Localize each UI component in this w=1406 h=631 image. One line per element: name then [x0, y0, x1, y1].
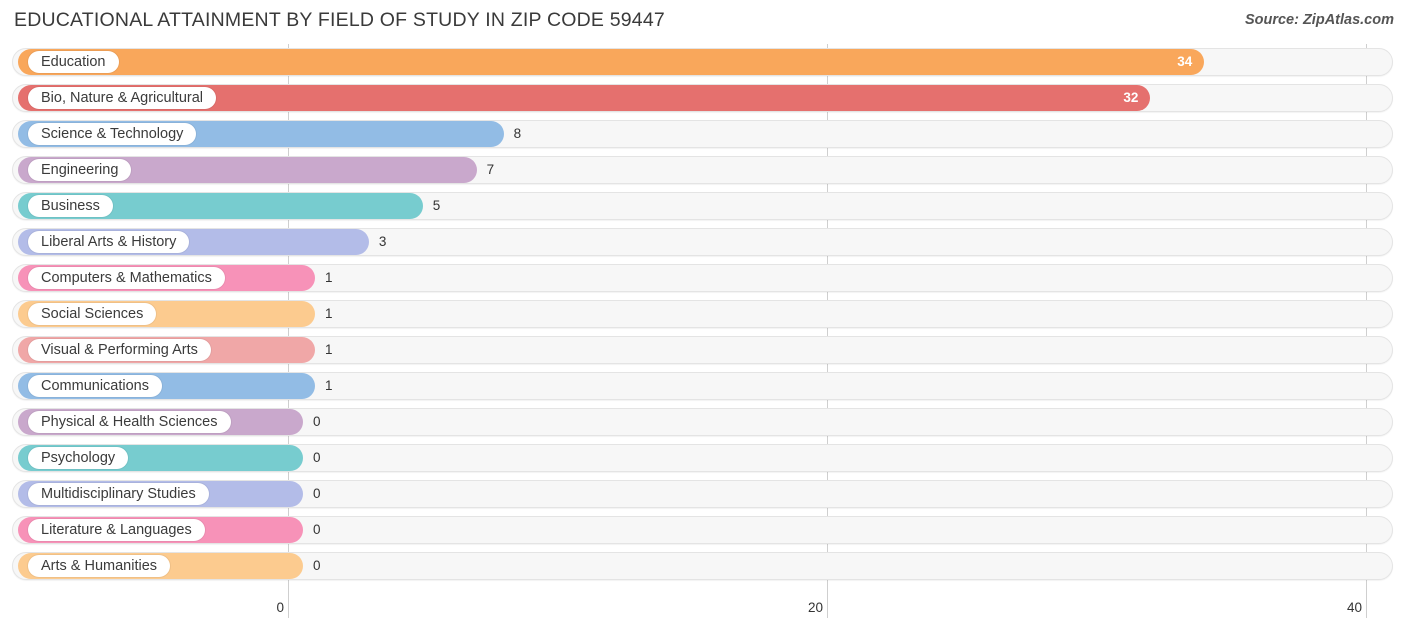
- bar-value-label: 32: [1123, 90, 1139, 105]
- bar-value-label: 1: [324, 342, 333, 357]
- chart-row: 0 Literature & Languages: [0, 512, 1406, 548]
- tick-mark: [288, 596, 289, 618]
- category-label: Business: [28, 195, 113, 217]
- bar-value-label: 5: [432, 198, 441, 213]
- tick-mark: [827, 596, 828, 618]
- chart-row: 0 Arts & Humanities: [0, 548, 1406, 584]
- bar-value-label: 1: [324, 378, 333, 393]
- chart-header: EDUCATIONAL ATTAINMENT BY FIELD OF STUDY…: [0, 0, 1406, 44]
- chart-row: 1 Social Sciences: [0, 296, 1406, 332]
- axis-tick-label: 40: [1346, 600, 1362, 615]
- chart-row: 34 Education: [0, 44, 1406, 80]
- chart-row: 3 Liberal Arts & History: [0, 224, 1406, 260]
- bar-value-label: 0: [313, 450, 321, 465]
- category-label: Science & Technology: [28, 123, 197, 145]
- bar-value-label: 7: [486, 162, 495, 177]
- bar-value-label: 0: [313, 486, 321, 501]
- category-label: Arts & Humanities: [28, 555, 171, 577]
- bar-value-label: 8: [513, 126, 522, 141]
- tick-mark: [1366, 596, 1367, 618]
- chart-row: 1 Communications: [0, 368, 1406, 404]
- bar-value-label: 0: [313, 414, 321, 429]
- category-label: Engineering: [28, 159, 132, 181]
- bar-value-label: 0: [313, 522, 321, 537]
- category-label: Visual & Performing Arts: [28, 339, 211, 361]
- bar-value-label: 34: [1177, 54, 1193, 69]
- page-title: EDUCATIONAL ATTAINMENT BY FIELD OF STUDY…: [14, 9, 665, 31]
- category-label: Bio, Nature & Agricultural: [28, 87, 216, 109]
- category-label: Physical & Health Sciences: [28, 411, 231, 433]
- bar-value-label: 0: [313, 558, 321, 573]
- chart-row: 8 Science & Technology: [0, 116, 1406, 152]
- chart-row: 0 Multidisciplinary Studies: [0, 476, 1406, 512]
- category-label: Psychology: [28, 447, 129, 469]
- chart-plot-area: 34 Education 32 Bio, Nature & Agricultural 8…: [0, 44, 1406, 596]
- axis-tick-label: 20: [807, 600, 823, 615]
- chart-row: 0 Physical & Health Sciences: [0, 404, 1406, 440]
- chart-row: 5 Business: [0, 188, 1406, 224]
- category-label: Multidisciplinary Studies: [28, 483, 209, 505]
- bar[interactable]: 34: [18, 49, 1205, 75]
- bar-value-label: 1: [324, 306, 333, 321]
- category-label: Social Sciences: [28, 303, 157, 325]
- category-label: Liberal Arts & History: [28, 231, 190, 253]
- chart-row: 7 Engineering: [0, 152, 1406, 188]
- category-label: Computers & Mathematics: [28, 267, 225, 289]
- x-axis: 0 20 40: [0, 596, 1406, 631]
- source-attribution: Source: ZipAtlas.com: [1244, 12, 1394, 28]
- bar-value-label: 3: [378, 234, 387, 249]
- chart-row: 0 Psychology: [0, 440, 1406, 476]
- chart-row: 1 Computers & Mathematics: [0, 260, 1406, 296]
- category-label: Communications: [28, 375, 162, 397]
- bar-value-label: 1: [324, 270, 333, 285]
- chart-row: 32 Bio, Nature & Agricultural: [0, 80, 1406, 116]
- category-label: Literature & Languages: [28, 519, 205, 541]
- axis-tick-label: 0: [276, 600, 284, 615]
- category-label: Education: [28, 51, 119, 73]
- chart-row: 1 Visual & Performing Arts: [0, 332, 1406, 368]
